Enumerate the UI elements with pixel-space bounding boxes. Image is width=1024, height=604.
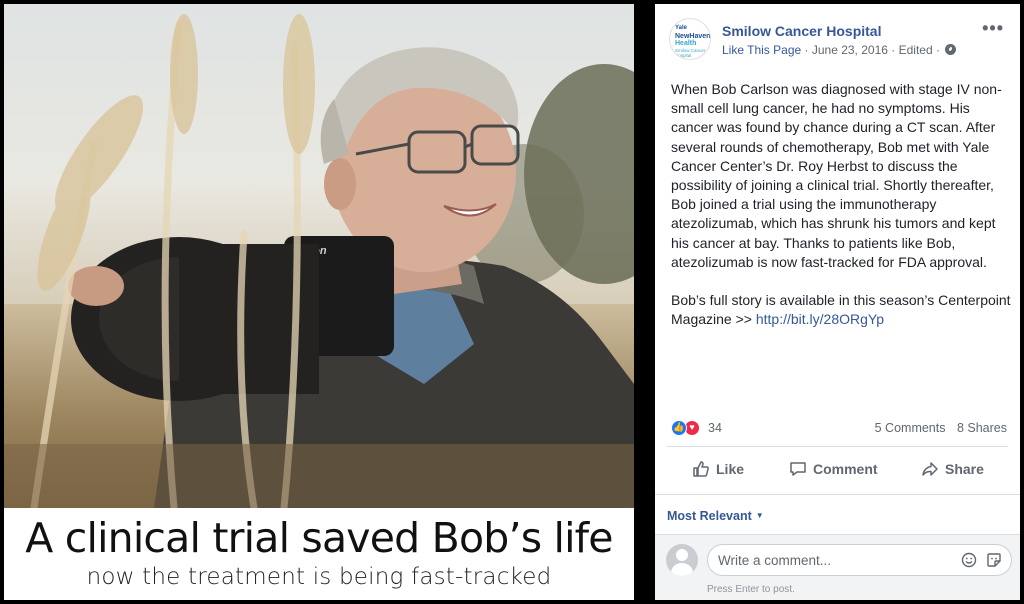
emoji-icon[interactable] xyxy=(961,552,977,568)
post-meta: Like This Page · June 23, 2016 · Edited … xyxy=(722,43,957,57)
avatar-text-line-2: NewHaven xyxy=(675,32,711,40)
photo-illustration: Nikon xyxy=(4,14,634,508)
like-button-label: Like xyxy=(716,461,745,477)
meta-separator: · xyxy=(801,43,812,57)
sticker-icon[interactable] xyxy=(986,552,1002,568)
comment-sort-bar: Most Relevant ▼ xyxy=(655,494,1020,534)
comment-button[interactable]: Comment xyxy=(789,452,878,486)
divider xyxy=(667,446,1008,447)
image-caption: A clinical trial saved Bob’s life now th… xyxy=(4,508,634,600)
share-button-label: Share xyxy=(945,461,984,477)
sort-label: Most Relevant xyxy=(667,509,752,523)
post-actions: Like Comment Share xyxy=(667,452,1008,486)
caret-down-icon: ▼ xyxy=(755,511,764,520)
thumbs-up-icon xyxy=(693,461,709,477)
reactions-bar: 👍 ♥ 34 5 Comments 8 Shares xyxy=(671,418,1007,438)
more-options-icon[interactable]: ••• xyxy=(982,18,1004,39)
comment-sort-dropdown[interactable]: Most Relevant ▼ xyxy=(667,509,764,523)
caption-title: A clinical trial saved Bob’s life xyxy=(25,514,613,562)
avatar-text-line-1: Yale xyxy=(675,25,688,31)
globe-icon[interactable] xyxy=(945,44,957,55)
meta-separator: · xyxy=(887,43,899,57)
comment-button-label: Comment xyxy=(813,461,878,477)
avatar-text-line-3: Health xyxy=(675,40,697,47)
post-body-text: When Bob Carlson was diagnosed with stag… xyxy=(671,81,1011,328)
comments-count-link[interactable]: 5 Comments xyxy=(875,421,946,435)
post-body-link[interactable]: http://bit.ly/28ORgYp xyxy=(756,311,884,327)
reaction-count[interactable]: 34 xyxy=(708,421,722,435)
post-image[interactable]: Nikon A clinical trial saved xyxy=(4,4,634,600)
edited-link[interactable]: Edited xyxy=(899,43,933,57)
post-date-link[interactable]: June 23, 2016 xyxy=(812,43,888,57)
avatar-text-line-4: Smilow Cancer Hospital xyxy=(675,47,706,58)
user-avatar xyxy=(666,544,698,576)
page-avatar[interactable]: Yale NewHaven Health Smilow Cancer Hospi… xyxy=(669,18,711,60)
share-icon xyxy=(922,462,938,476)
like-button[interactable]: Like xyxy=(692,452,744,486)
press-enter-hint: Press Enter to post. xyxy=(707,584,795,595)
meta-separator: · xyxy=(932,43,944,57)
engagement-counts: 5 Comments 8 Shares xyxy=(867,421,1007,435)
caption-subtitle: now the treatment is being fast-tracked xyxy=(86,564,552,590)
like-page-link[interactable]: Like This Page xyxy=(722,43,801,57)
comment-icon xyxy=(790,462,806,476)
photo-of-man-with-camera[interactable]: Nikon xyxy=(4,4,634,508)
like-reaction-icon[interactable]: 👍 xyxy=(671,420,687,436)
facebook-post: Yale NewHaven Health Smilow Cancer Hospi… xyxy=(655,4,1020,600)
post-text: When Bob Carlson was diagnosed with stag… xyxy=(671,80,1011,330)
page-name-link[interactable]: Smilow Cancer Hospital xyxy=(722,23,881,39)
post-header: Yale NewHaven Health Smilow Cancer Hospi… xyxy=(655,4,1020,68)
share-button[interactable]: Share xyxy=(921,452,984,486)
comment-composer: Press Enter to post. xyxy=(655,534,1020,600)
shares-count-link[interactable]: 8 Shares xyxy=(957,421,1007,435)
